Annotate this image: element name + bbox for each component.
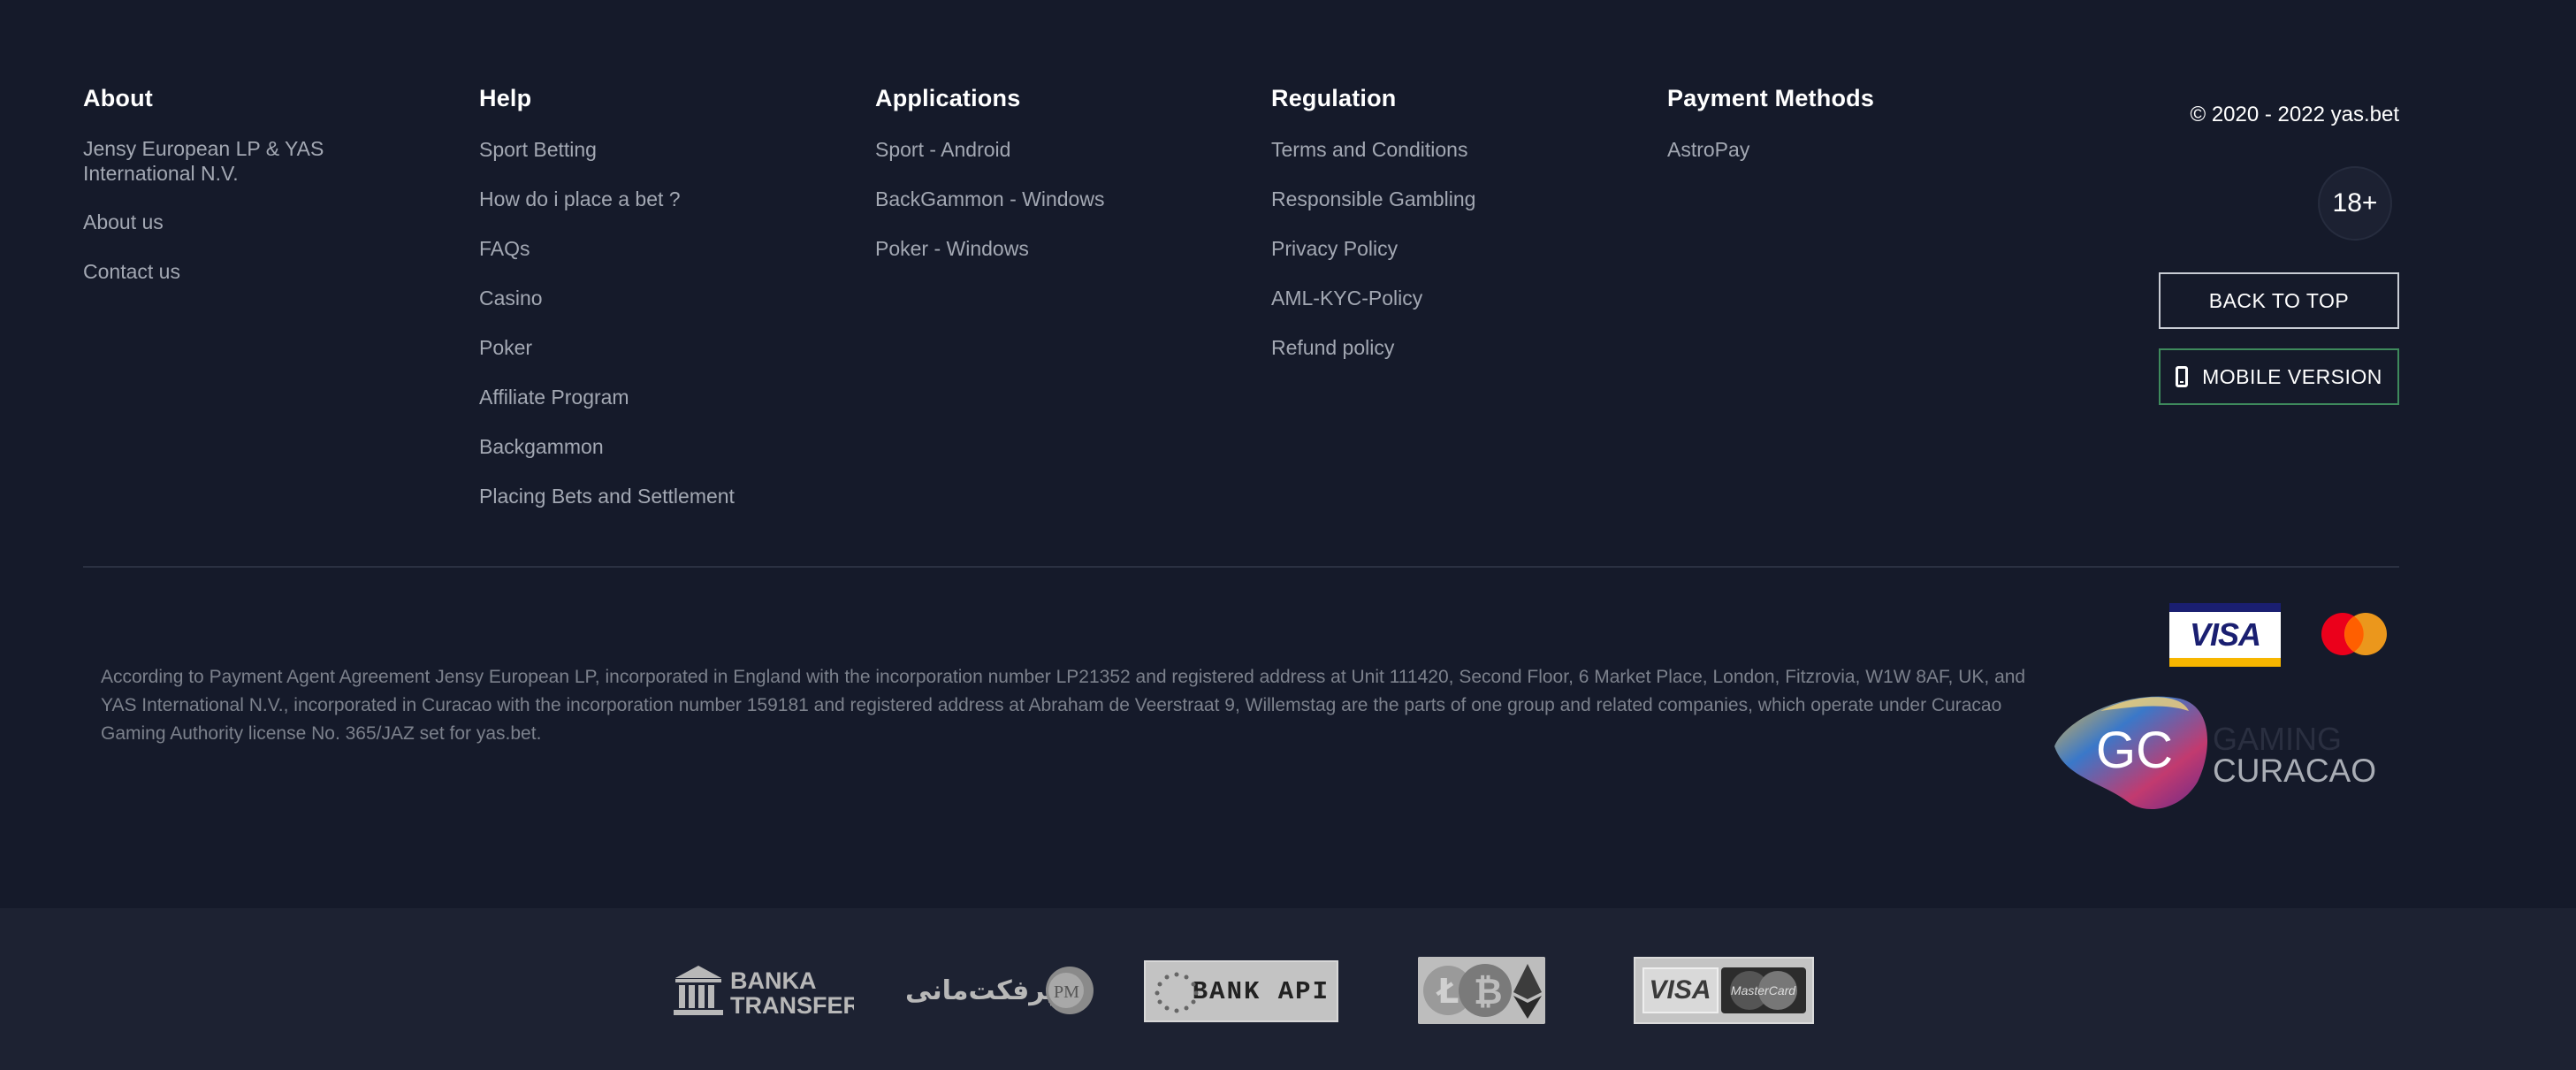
age-restriction-badge: 18+	[2318, 166, 2392, 241]
column-heading-payment: Payment Methods	[1667, 85, 1875, 111]
gc-initials: GC	[2096, 722, 2173, 779]
footer-column-about: About Jensy European LP & YAS Internatio…	[83, 81, 384, 308]
footer-link-privacy[interactable]: Privacy Policy	[1271, 235, 1475, 262]
phone-icon	[2176, 366, 2189, 387]
visa-mastercard-logo: VISA MasterCard	[1634, 957, 1814, 1024]
footer-divider	[83, 566, 2399, 568]
mobile-version-button[interactable]: MOBILE VERSION	[2159, 348, 2399, 405]
footer-link-refund[interactable]: Refund policy	[1271, 334, 1475, 361]
footer-link-aml-kyc[interactable]: AML-KYC-Policy	[1271, 285, 1475, 311]
footer-main: About Jensy European LP & YAS Internatio…	[0, 0, 2576, 908]
footer-link-placing-bets[interactable]: Placing Bets and Settlement	[479, 483, 735, 509]
column-heading-regulation: Regulation	[1271, 85, 1397, 111]
footer-link-backgammon-windows[interactable]: BackGammon - Windows	[875, 186, 1104, 212]
mastercard-small-logo: MasterCard	[1720, 967, 1806, 1013]
banka-line1: BANKA	[730, 967, 817, 994]
footer-link-casino[interactable]: Casino	[479, 285, 735, 311]
gc-gaming-text: GAMING	[2213, 721, 2342, 757]
legal-disclaimer: According to Payment Agent Agreement Jen…	[101, 667, 2026, 744]
footer-link-affiliate[interactable]: Affiliate Program	[479, 384, 735, 410]
svg-text:Ł: Ł	[1436, 972, 1459, 1011]
footer-link-sport-betting[interactable]: Sport Betting	[479, 136, 735, 163]
bank-api-logo: BANK API	[1144, 960, 1338, 1022]
mobile-version-label: MOBILE VERSION	[2202, 364, 2382, 388]
footer-column-applications: Applications Sport - Android BackGammon …	[875, 81, 1104, 285]
gaming-curacao-logo: GC GAMING CURACAO	[2054, 696, 2376, 810]
footer-column-help: Help Sport Betting How do i place a bet …	[479, 81, 735, 532]
footer-column-payment: Payment Methods AstroPay	[1667, 81, 1874, 186]
back-to-top-button[interactable]: BACK TO TOP	[2159, 272, 2399, 329]
footer-link-faqs[interactable]: FAQs	[479, 235, 735, 262]
visa-logo: VISA	[2169, 603, 2281, 667]
footer-link-terms[interactable]: Terms and Conditions	[1271, 136, 1475, 163]
perfect-money-logo: پرفکت‌مانی PM	[905, 967, 1094, 1014]
eu-stars-icon	[1155, 972, 1199, 1013]
column-heading-help: Help	[479, 85, 532, 111]
visa-small-logo: VISA	[1642, 967, 1719, 1013]
footer-link-poker[interactable]: Poker	[479, 334, 735, 361]
footer-column-regulation: Regulation Terms and Conditions Responsi…	[1271, 81, 1475, 384]
perfect-money-text: پرفکت‌مانی	[905, 975, 1056, 1006]
footer-link-about-us[interactable]: About us	[83, 209, 384, 235]
banka-line2: TRANSFER	[730, 992, 854, 1017]
footer-link-backgammon[interactable]: Backgammon	[479, 433, 735, 460]
gc-curacao-text: CURACAO	[2213, 753, 2376, 789]
bank-transfer-logo: BANKA TRANSFER	[674, 966, 854, 1017]
footer-link-poker-windows[interactable]: Poker - Windows	[875, 235, 1104, 262]
footer-link-place-bet[interactable]: How do i place a bet ?	[479, 186, 735, 212]
column-heading-about: About	[83, 85, 153, 111]
mastercard-small-text: MasterCard	[1730, 983, 1796, 997]
footer-link-company[interactable]: Jensy European LP & YAS International N.…	[83, 136, 384, 186]
column-heading-applications: Applications	[875, 85, 1021, 111]
footer-link-contact-us[interactable]: Contact us	[83, 258, 384, 285]
footer-link-sport-android[interactable]: Sport - Android	[875, 136, 1104, 163]
crypto-logos: Ł ₿	[1418, 957, 1545, 1024]
footer-link-astropay[interactable]: AstroPay	[1667, 136, 1874, 163]
pm-initials: PM	[1054, 982, 1079, 1002]
visa-logo-text: VISA	[2189, 616, 2261, 653]
copyright-text: © 2020 - 2022 yas.bet	[2190, 103, 2399, 126]
svg-text:₿: ₿	[1474, 972, 1503, 1013]
bank-api-text: BANK API	[1192, 976, 1330, 1006]
footer-link-responsible-gambling[interactable]: Responsible Gambling	[1271, 186, 1475, 212]
mastercard-logo	[2321, 613, 2387, 655]
footer-right-block: © 2020 - 2022 yas.bet 18+ BACK TO TOP MO…	[2134, 97, 2399, 405]
